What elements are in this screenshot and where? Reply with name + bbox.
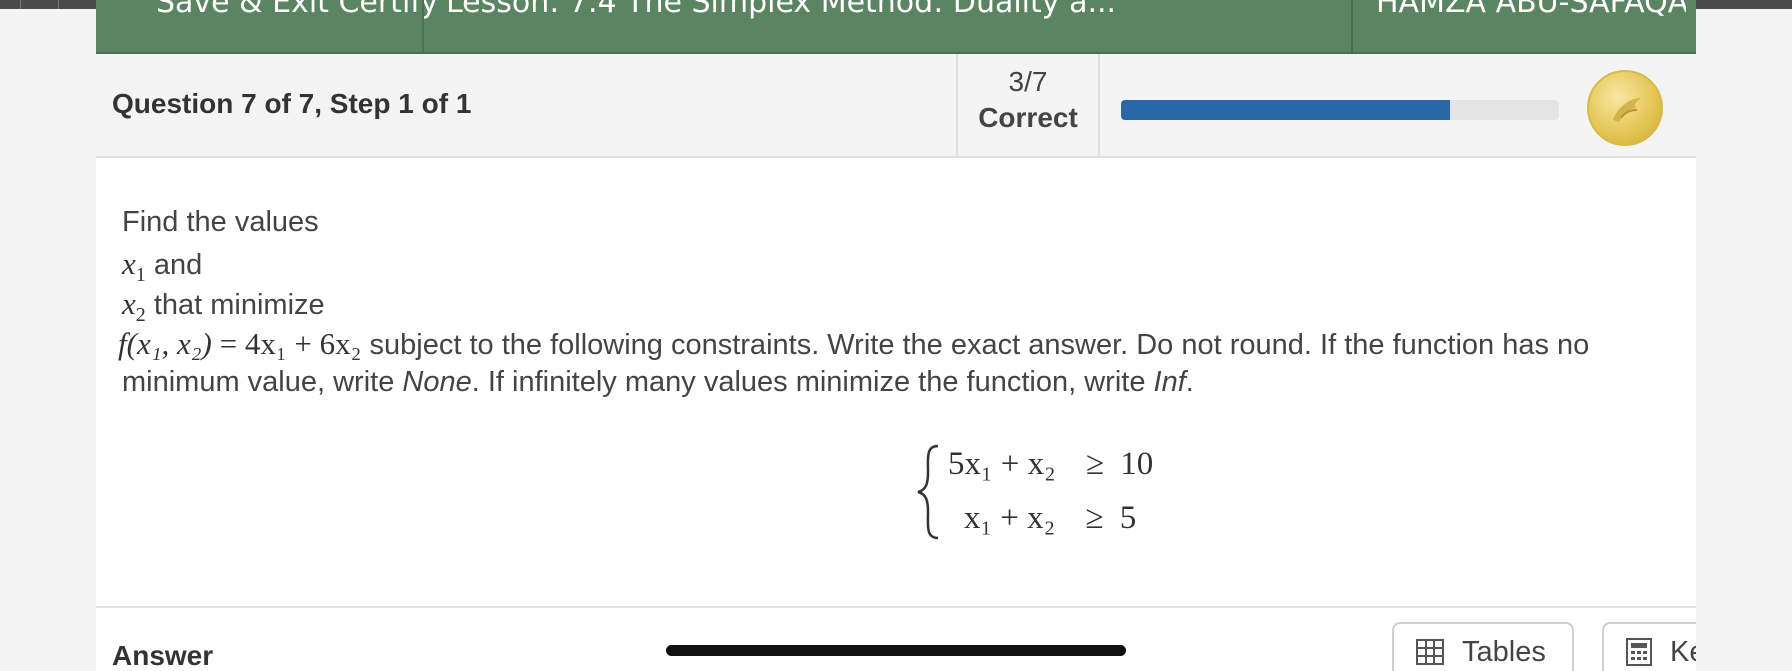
bird-emblem-icon xyxy=(1613,98,1641,122)
answer-label: Answer xyxy=(112,640,214,671)
constraint-lhs: x₁ + x₂ xyxy=(964,500,1056,536)
top-nav-bar: Save & Exit Certify Lesson: 7.4 The Simp… xyxy=(96,0,1696,54)
question-header: Question 7 of 7, Step 1 of 1 3/7 Correct xyxy=(96,54,1696,158)
keypad-button[interactable]: Keypad xyxy=(1602,622,1696,671)
question-card: Save & Exit Certify Lesson: 7.4 The Simp… xyxy=(96,0,1696,671)
objective-function: f(x₁, x₂) = 4x₁ + 6x₂ xyxy=(118,326,362,361)
home-indicator xyxy=(666,645,1126,656)
nav-separator xyxy=(1351,0,1353,52)
save-exit-button[interactable]: Save & Exit Certify xyxy=(156,0,496,52)
table-icon xyxy=(1416,639,1444,665)
constraint-op: ≥ xyxy=(1085,500,1104,536)
problem-line-2: x1 and xyxy=(122,246,203,287)
problem-line-4: f(x₁, x₂) = 4x₁ + 6x₂ subject to the fol… xyxy=(118,326,1590,361)
var-x1: x1 xyxy=(122,246,146,287)
nav-separator xyxy=(422,0,424,52)
progress-bar xyxy=(1121,100,1559,120)
constraint-rhs: 5 xyxy=(1119,500,1137,536)
tables-button[interactable]: Tables xyxy=(1392,622,1574,671)
constraint-row: x₁ + x₂ ≥ 5 xyxy=(964,500,1136,537)
strip-tick xyxy=(20,0,21,9)
problem-line-5: minimum value, write None. If infinitely… xyxy=(122,366,1194,398)
left-brace-icon xyxy=(917,444,939,540)
lesson-title[interactable]: Lesson: 7.4 The Simplex Method: Duality … xyxy=(446,0,1146,52)
user-name[interactable]: HAMZA ABU-SAFAQAH xyxy=(1376,0,1686,52)
constraint-row: 5x₁ + x₂ ≥ 10 xyxy=(948,446,1153,483)
constraint-lhs: 5x₁ + x₂ xyxy=(948,446,1056,482)
progress-fill xyxy=(1121,100,1450,120)
question-title: Question 7 of 7, Step 1 of 1 xyxy=(112,88,472,119)
badge-coin-icon[interactable] xyxy=(1587,70,1663,146)
problem-content: Find the values x1 and x2 that minimize … xyxy=(96,158,1696,606)
keypad-label: Keypad xyxy=(1670,635,1696,668)
tables-label: Tables xyxy=(1462,635,1546,668)
constraint-op: ≥ xyxy=(1085,446,1104,482)
var-x2: x2 xyxy=(122,286,146,327)
calculator-icon xyxy=(1626,638,1652,666)
score-label: Correct xyxy=(978,102,1078,133)
constraint-system: 5x₁ + x₂ ≥ 10 x₁ + x₂ ≥ 5 xyxy=(914,442,1174,562)
answer-divider xyxy=(96,606,1696,608)
score-box: 3/7 Correct xyxy=(956,54,1100,158)
strip-tick xyxy=(58,0,59,9)
score-value: 3/7 xyxy=(1008,66,1048,97)
constraint-rhs: 10 xyxy=(1120,446,1154,482)
problem-line-1: Find the values xyxy=(122,206,319,238)
problem-line-3: x2 that minimize xyxy=(122,286,325,327)
